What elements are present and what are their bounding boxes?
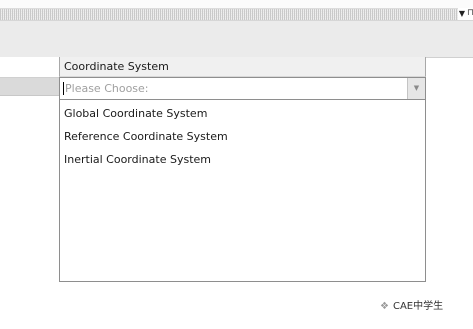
combobox-input[interactable]: Please Choose: <box>63 78 149 99</box>
toolbar-area <box>0 20 473 58</box>
combobox-placeholder: Please Choose: <box>65 82 149 95</box>
left-column-header <box>0 57 59 78</box>
chevron-down-icon[interactable]: ▼ <box>407 78 425 99</box>
watermark-text: CAE中学生 <box>392 301 444 312</box>
wechat-icon: ❖ <box>380 301 389 312</box>
watermark: ❖ CAE中学生 <box>380 299 443 315</box>
pane-menu-icon[interactable]: ▼ <box>457 8 467 20</box>
coordinate-system-combobox[interactable]: Please Choose: ▼ <box>59 77 426 100</box>
text-cursor <box>63 82 64 95</box>
left-column-row[interactable] <box>0 78 59 96</box>
option-inertial-coordinate-system[interactable]: Inertial Coordinate System <box>60 148 425 171</box>
pin-icon[interactable]: ⊓ <box>467 7 473 20</box>
coordinate-system-dropdown-list: Global Coordinate System Reference Coord… <box>59 100 426 282</box>
coordinate-system-header: Coordinate System <box>59 57 426 77</box>
pane-title-bar[interactable] <box>0 8 458 20</box>
option-reference-coordinate-system[interactable]: Reference Coordinate System <box>60 125 425 148</box>
top-strip <box>0 0 473 8</box>
option-global-coordinate-system[interactable]: Global Coordinate System <box>60 102 425 125</box>
